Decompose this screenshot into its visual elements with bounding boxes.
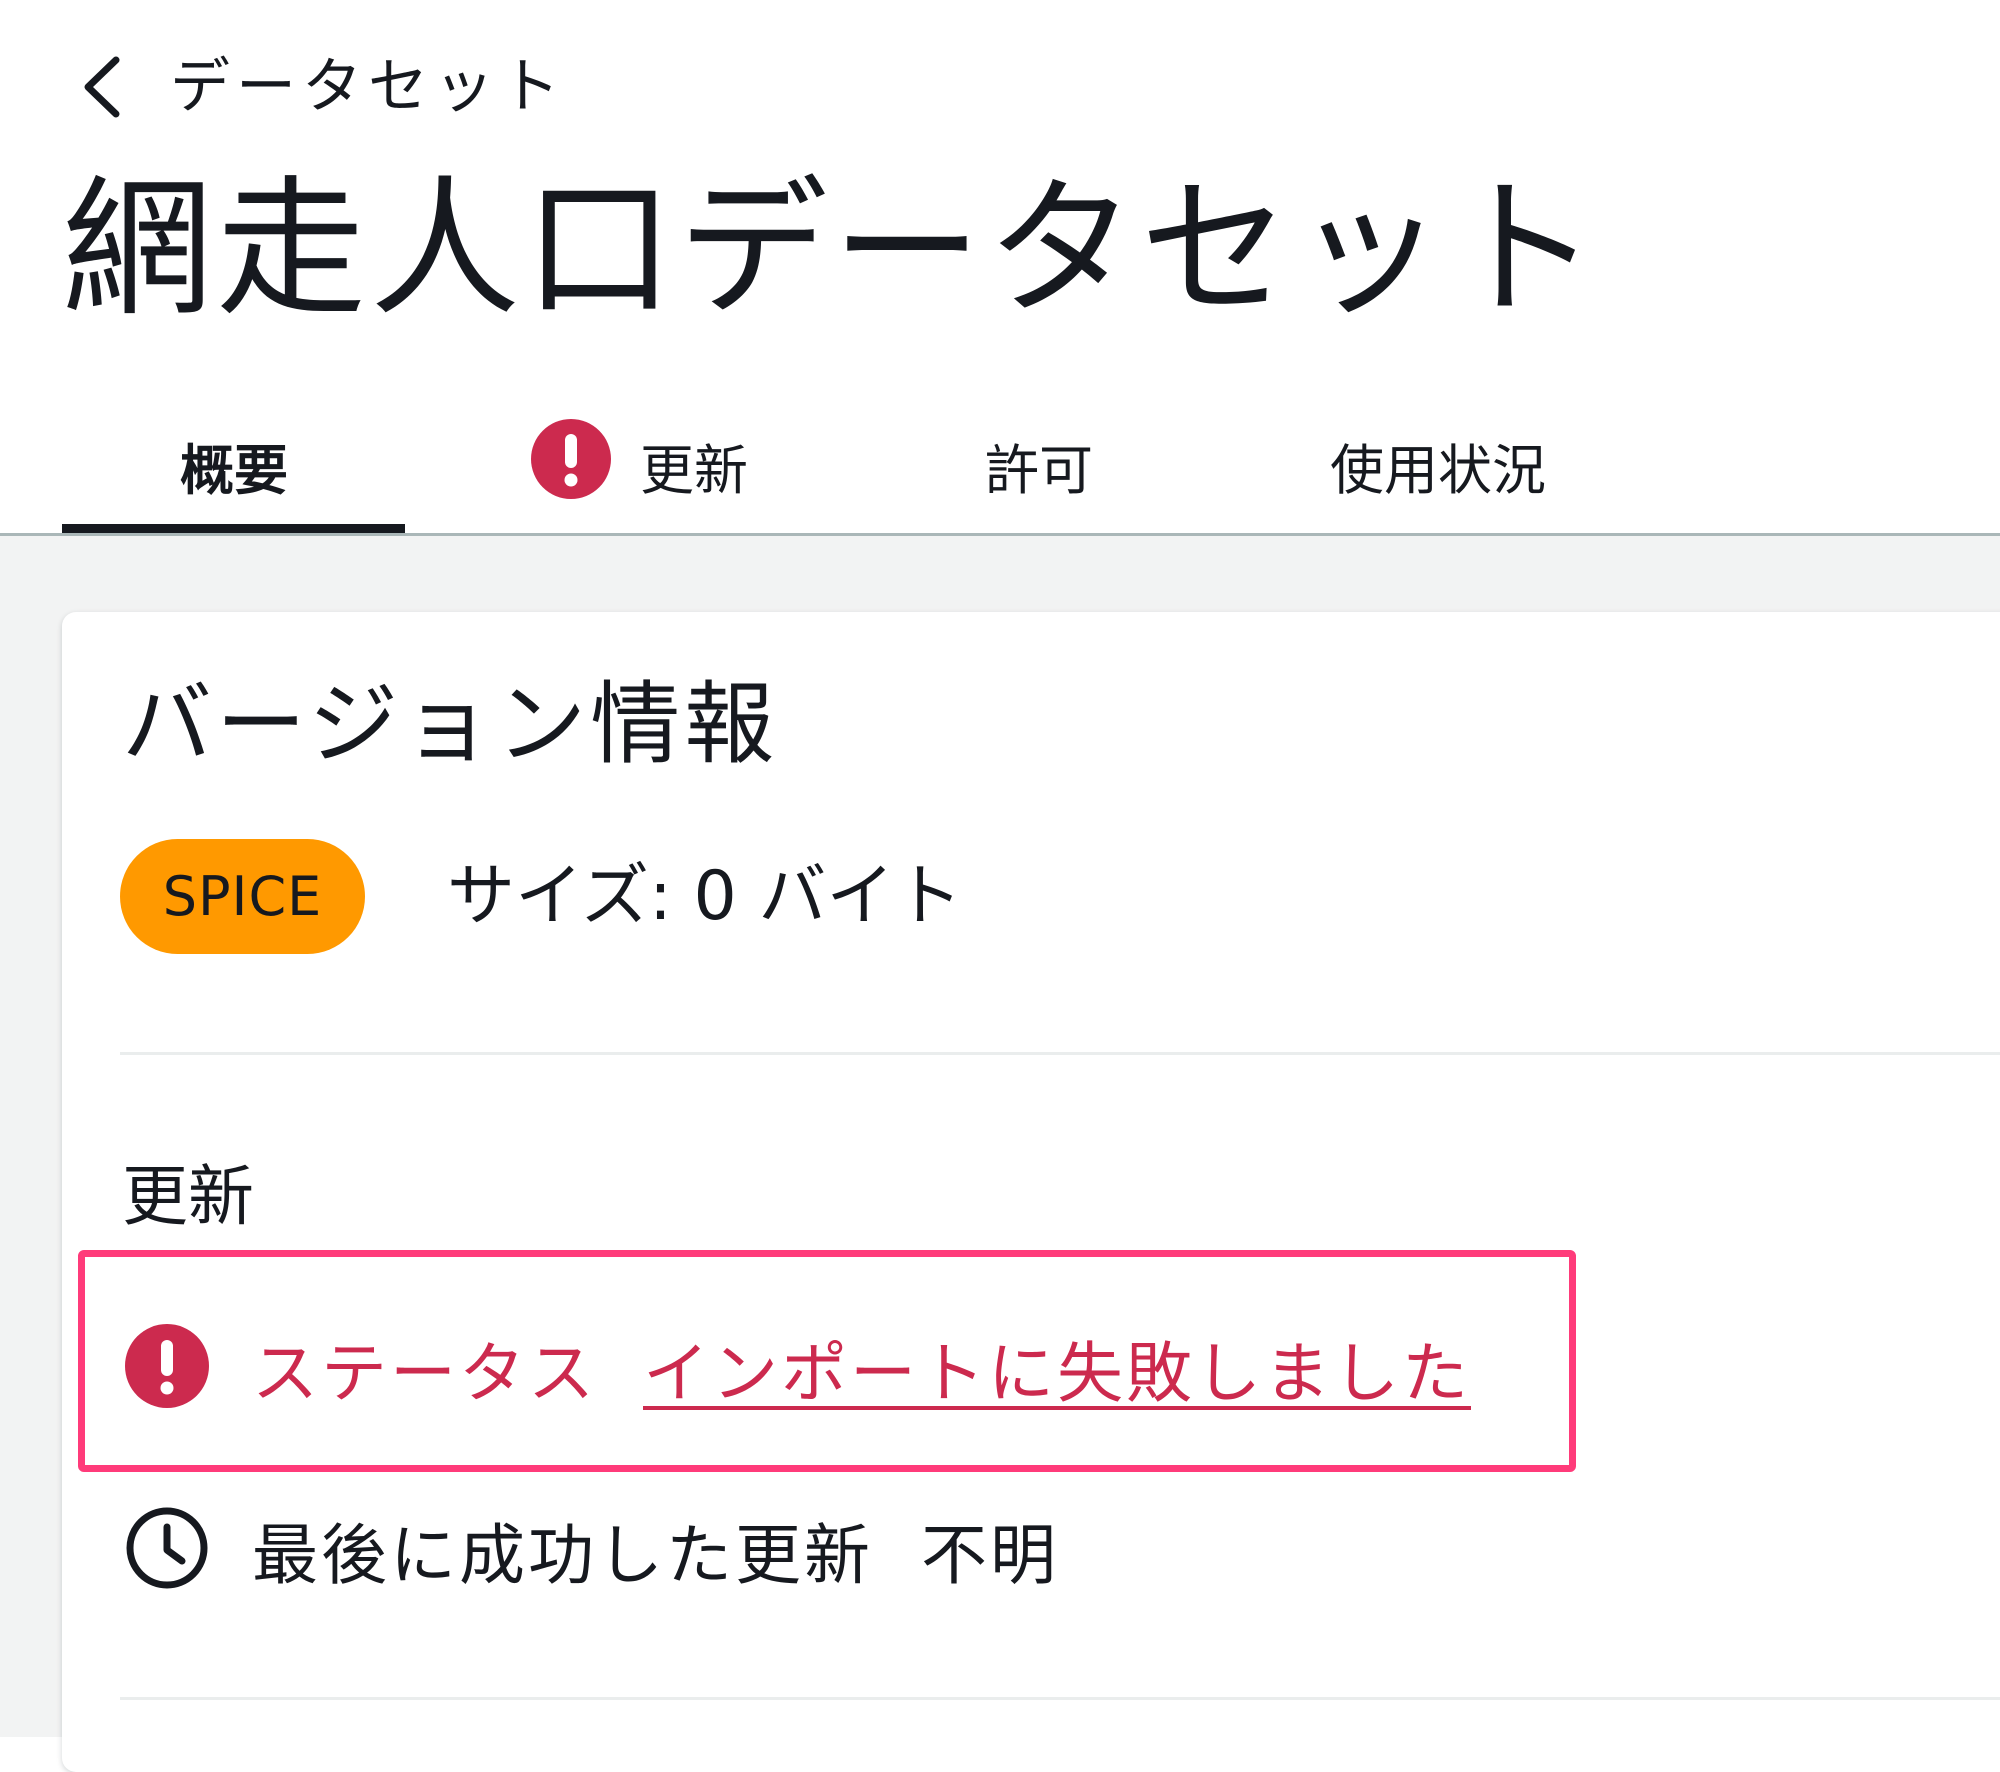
error-icon: [530, 418, 612, 513]
tab-bar: 概要 更新 許可 使用状況: [0, 400, 2000, 536]
chevron-left-icon: [78, 54, 122, 120]
page-header: データセット 網走人口データセット 概要 更新 許可 使用状況: [0, 0, 2000, 536]
last-success-label: 最後に成功した更新: [252, 1517, 873, 1594]
card-divider: [120, 1052, 2000, 1055]
page-title: 網走人口データセット: [62, 163, 1603, 337]
back-link-label[interactable]: データセット: [170, 52, 566, 122]
tab-usage-label: 使用状況: [1330, 438, 1546, 502]
error-icon: [124, 1323, 210, 1413]
last-success-row: 最後に成功した更新 不明: [124, 1505, 1059, 1595]
status-label: ステータス: [252, 1334, 597, 1412]
refresh-status-row: ステータス インポートに失敗しました: [124, 1323, 1471, 1413]
last-success-value: 不明: [921, 1517, 1059, 1594]
tab-permissions[interactable]: 許可: [985, 400, 1093, 530]
back-to-datasets-link[interactable]: データセット: [78, 52, 566, 122]
tab-overview-label: 概要: [180, 438, 288, 502]
tab-usage[interactable]: 使用状況: [1330, 400, 1546, 530]
clock-icon: [124, 1505, 210, 1595]
tab-overview[interactable]: 概要: [180, 400, 288, 530]
refresh-section-label: 更新: [122, 1158, 254, 1235]
card-divider-bottom: [120, 1697, 2000, 1700]
dataset-size: サイズ: 0 バイト: [447, 857, 963, 936]
version-info-card: バージョン情報 SPICE サイズ: 0 バイト 更新: [62, 612, 2000, 1772]
tab-refresh-label: 更新: [640, 438, 748, 502]
tab-permissions-label: 許可: [985, 438, 1093, 502]
import-failed-link[interactable]: インポートに失敗しました: [643, 1320, 1471, 1416]
spice-badge: SPICE: [120, 839, 365, 954]
tab-refresh[interactable]: 更新: [530, 400, 748, 530]
card-title: バージョン情報: [122, 672, 779, 777]
